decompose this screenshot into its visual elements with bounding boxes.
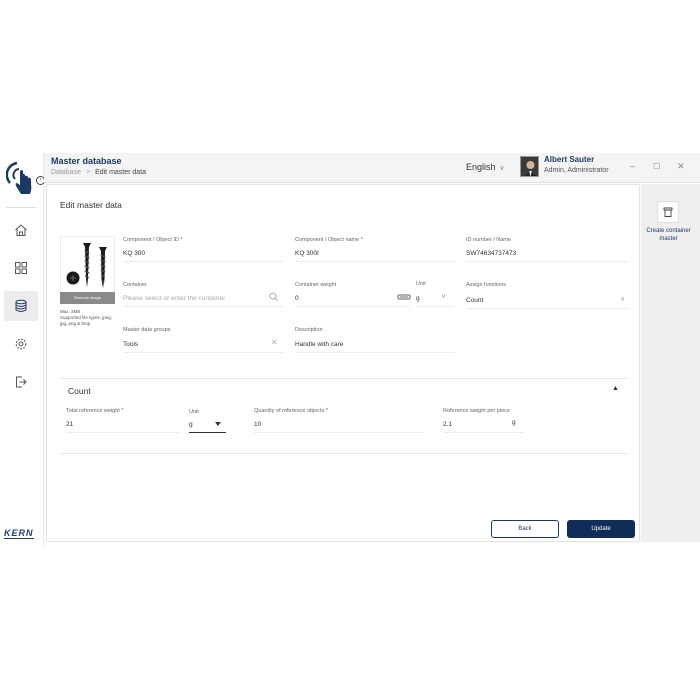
ref-weight-piece-label: Reference weight per piece: [443, 408, 510, 414]
unit-select[interactable]: g: [416, 295, 454, 307]
edit-master-data-panel: Edit master data Remove image Max. 2MB S…: [46, 184, 640, 542]
clear-icon[interactable]: ✕: [271, 338, 278, 347]
component-name-label: Component / Object name *: [295, 237, 363, 243]
divider: [60, 378, 628, 379]
sidebar-item-settings[interactable]: [4, 329, 38, 359]
image-note: Max. 2MB Supported file types: jpeg, jpg…: [60, 309, 115, 327]
page-title: Master database: [51, 156, 122, 166]
close-icon[interactable]: ✕: [677, 161, 685, 172]
scale-icon[interactable]: [397, 293, 411, 303]
count-unit-label: Unit: [189, 409, 199, 415]
breadcrumb-separator-icon: >: [85, 169, 91, 176]
touch-logo-icon: [6, 161, 32, 194]
user-photo-icon: [521, 157, 538, 176]
chevron-down-icon: ∨: [499, 165, 505, 172]
remove-image-button[interactable]: Remove image: [60, 292, 115, 304]
user-role: Admin, Administrator: [544, 167, 609, 174]
panel-title: Edit master data: [60, 200, 122, 210]
assign-functions-label: Assign functions: [466, 282, 507, 288]
logout-icon: [16, 376, 27, 388]
component-id-input[interactable]: KQ 300: [123, 250, 283, 262]
container-label: Container: [123, 282, 147, 288]
right-action-rail: Create container master: [641, 184, 700, 542]
back-button[interactable]: Back: [491, 520, 559, 538]
sidebar-item-apps[interactable]: [4, 253, 38, 283]
screws-image: [66, 243, 107, 288]
unit-label: Unit: [416, 281, 426, 287]
sidebar-item-database[interactable]: [4, 291, 38, 321]
home-icon: [15, 224, 27, 236]
chevron-down-icon[interactable]: ∨: [620, 295, 625, 303]
chevron-down-icon[interactable]: ∨: [441, 292, 446, 300]
id-number-label: ID number / Name: [466, 237, 511, 243]
container-weight-label: Container weight: [295, 282, 337, 288]
sidebar-item-home[interactable]: [4, 215, 38, 245]
master-groups-input[interactable]: Tools: [123, 341, 283, 353]
ref-weight-piece-unit: g: [512, 419, 516, 426]
create-container-button[interactable]: [657, 201, 679, 223]
language-value: English: [466, 162, 496, 172]
grid-icon: [15, 262, 27, 274]
master-groups-label: Master data groups: [123, 327, 171, 333]
assign-functions-select[interactable]: Count: [466, 297, 628, 309]
chevron-up-icon[interactable]: ▲: [612, 385, 619, 392]
count-section-title: Count: [68, 386, 91, 396]
breadcrumb-item-current: Edit master data: [95, 169, 147, 176]
file-types-note: Supported file types: jpeg, jpg, png & b…: [60, 315, 113, 326]
user-name: Albert Sauter: [544, 155, 595, 164]
total-ref-weight-label: Total reference weight *: [66, 408, 124, 414]
search-icon[interactable]: [269, 292, 279, 304]
top-header: Master database Database > Edit master dat…: [44, 153, 700, 183]
language-select[interactable]: English ∨: [466, 162, 505, 172]
create-container-label[interactable]: Create container master: [646, 227, 691, 243]
id-number-input[interactable]: SW74634737473: [466, 250, 628, 262]
sidebar-item-logout[interactable]: [4, 367, 38, 397]
maximize-icon[interactable]: ☐: [653, 162, 660, 171]
description-label: Description: [295, 327, 323, 333]
database-icon: [15, 299, 27, 312]
component-name-input[interactable]: KQ 300I: [295, 250, 455, 262]
total-ref-weight-input[interactable]: 21: [66, 421, 179, 433]
avatar[interactable]: [520, 156, 539, 177]
container-weight-input[interactable]: 0: [295, 295, 410, 307]
left-sidebar: › KERN: [0, 153, 45, 546]
divider: [60, 453, 628, 454]
quantity-ref-label: Quantity of reference objects *: [254, 408, 328, 414]
minimize-icon[interactable]: –: [630, 161, 635, 171]
dropdown-arrow-icon[interactable]: [215, 422, 221, 426]
quantity-ref-input[interactable]: 10: [254, 421, 424, 433]
container-icon: [663, 207, 673, 217]
update-button[interactable]: Update: [567, 520, 635, 538]
component-id-label: Component / Object ID *: [123, 237, 183, 243]
divider: [6, 207, 36, 208]
gear-icon: [15, 338, 27, 350]
container-input[interactable]: Please select or enter the container: [123, 295, 283, 307]
breadcrumb: Database > Edit master data: [51, 169, 146, 176]
breadcrumb-item-database[interactable]: Database: [51, 169, 81, 176]
description-input[interactable]: Handle with care: [295, 341, 455, 353]
brand-logo: KERN: [4, 528, 34, 539]
app-window: › KERN Master database Database > Edit m…: [0, 153, 700, 546]
